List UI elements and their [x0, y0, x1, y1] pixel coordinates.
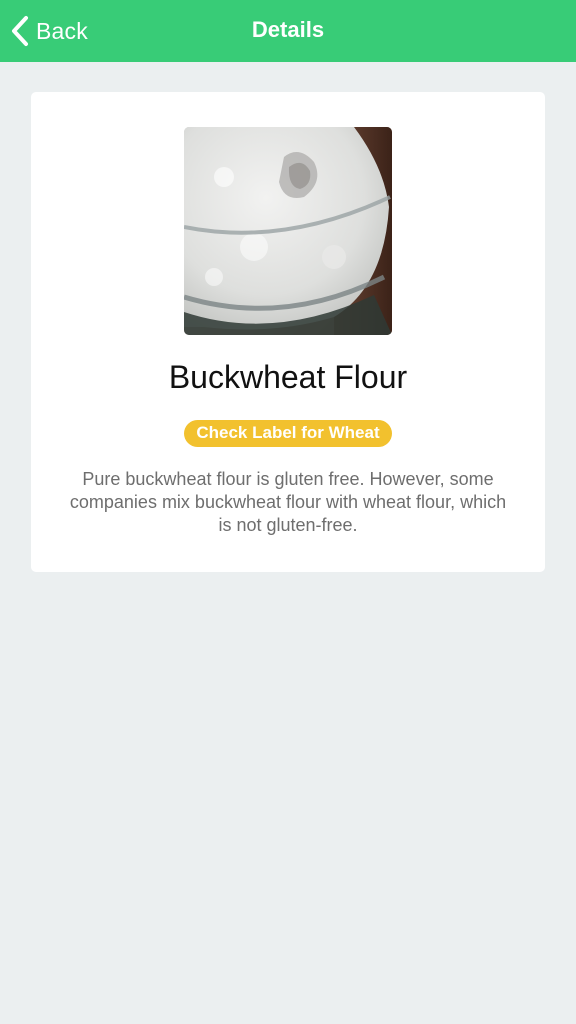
navigation-bar: Back Details — [0, 0, 576, 62]
detail-card: Buckwheat Flour Check Label for Wheat Pu… — [31, 92, 545, 572]
product-image — [184, 127, 392, 335]
status-badge-wrapper: Check Label for Wheat — [31, 420, 545, 447]
page-title: Details — [251, 17, 325, 42]
status-badge: Check Label for Wheat — [184, 420, 392, 447]
product-description: Pure buckwheat flour is gluten free. How… — [69, 469, 507, 535]
product-name: Buckwheat Flour — [168, 359, 408, 395]
